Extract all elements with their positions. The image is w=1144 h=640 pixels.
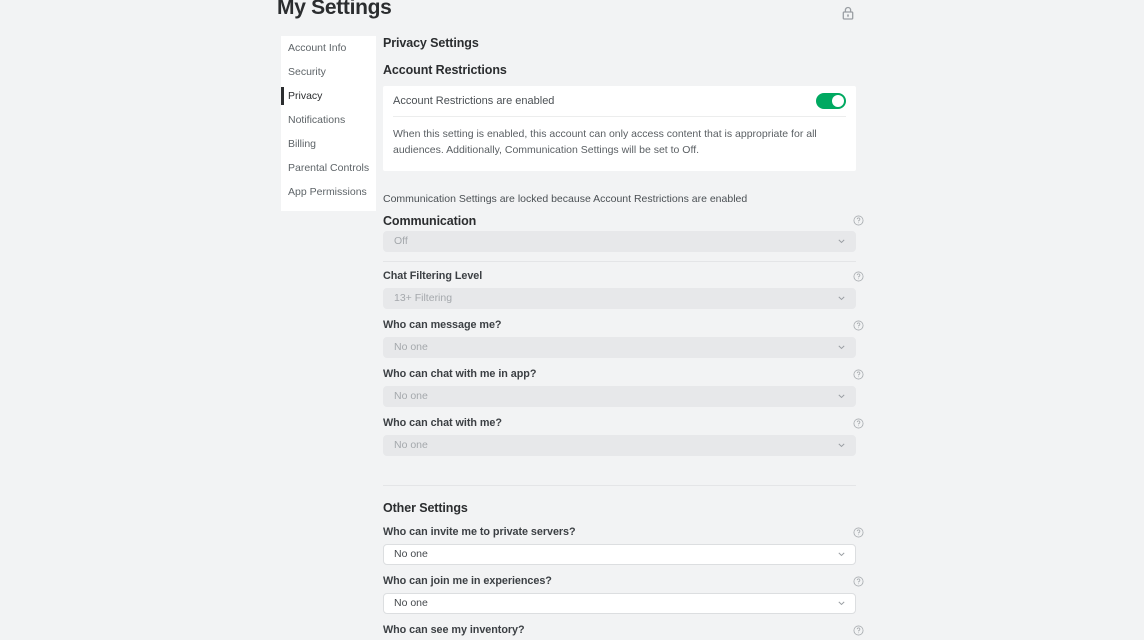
who-can-chat-with-me-select[interactable]: No one	[383, 434, 856, 456]
help-circle-icon[interactable]	[853, 271, 864, 282]
chevron-down-icon	[837, 237, 846, 246]
who-can-join-experiences-label: Who can join me in experiences?	[383, 575, 552, 588]
who-can-message-me-select[interactable]: No one	[383, 336, 856, 358]
who-can-chat-with-me-head: Who can chat with me?	[383, 415, 864, 432]
who-can-chat-in-app-label: Who can chat with me in app?	[383, 368, 537, 381]
chevron-down-icon	[837, 441, 846, 450]
chevron-down-icon	[837, 392, 846, 401]
chevron-down-icon	[837, 343, 846, 352]
settings-content: Privacy Settings Account Restrictions Ac…	[383, 36, 864, 640]
communication-select-value: Off	[394, 235, 408, 248]
lock-icon	[840, 5, 856, 21]
who-can-chat-with-me-value: No one	[394, 439, 428, 452]
who-can-invite-private-servers-label: Who can invite me to private servers?	[383, 526, 576, 539]
who-can-join-experiences-select[interactable]: No one	[383, 592, 856, 614]
who-can-chat-in-app-value: No one	[394, 390, 428, 403]
account-restrictions-label: Account Restrictions are enabled	[393, 95, 555, 107]
chat-filtering-level-head: Chat Filtering Level	[383, 268, 864, 285]
account-restrictions-card: Account Restrictions are enabled When th…	[383, 86, 856, 171]
help-circle-icon[interactable]	[853, 625, 864, 636]
communication-heading: Communication	[383, 213, 477, 228]
who-can-chat-in-app-field: Who can chat with me in app? No one	[383, 366, 864, 407]
who-can-see-inventory-label: Who can see my inventory?	[383, 624, 525, 637]
who-can-chat-with-me-field: Who can chat with me? No one	[383, 415, 864, 456]
who-can-chat-in-app-select[interactable]: No one	[383, 385, 856, 407]
who-can-join-experiences-field: Who can join me in experiences? No one	[383, 573, 864, 614]
account-restrictions-toggle[interactable]	[816, 93, 846, 109]
page-title: My Settings	[277, 0, 392, 19]
account-restrictions-row: Account Restrictions are enabled	[393, 86, 846, 117]
chat-filtering-level-field: Chat Filtering Level 13+ Filtering	[383, 268, 864, 309]
chevron-down-icon	[837, 294, 846, 303]
sidebar-item-account-info[interactable]: Account Info	[281, 36, 376, 60]
sidebar-item-privacy[interactable]: Privacy	[281, 84, 376, 108]
communication-field: Communication Off	[383, 213, 864, 252]
communication-select[interactable]: Off	[383, 230, 856, 252]
who-can-chat-with-me-label: Who can chat with me?	[383, 417, 502, 430]
sidebar-item-security[interactable]: Security	[281, 60, 376, 84]
who-can-see-inventory-field: Who can see my inventory? No one	[383, 622, 864, 640]
sidebar-item-label: Billing	[288, 138, 317, 150]
who-can-join-experiences-head: Who can join me in experiences?	[383, 573, 864, 590]
sidebar-item-label: Parental Controls	[288, 162, 370, 174]
who-can-message-me-value: No one	[394, 341, 428, 354]
help-circle-icon[interactable]	[853, 369, 864, 380]
chat-filtering-level-label: Chat Filtering Level	[383, 270, 483, 283]
who-can-message-me-head: Who can message me?	[383, 317, 864, 334]
communication-heading-row: Communication	[383, 213, 864, 228]
locked-notice: Communication Settings are locked becaus…	[383, 192, 748, 205]
help-circle-icon[interactable]	[853, 527, 864, 538]
sidebar-item-billing[interactable]: Billing	[281, 132, 376, 156]
sidebar-item-label: App Permissions	[288, 186, 367, 198]
section-divider	[383, 260, 856, 262]
sidebar-item-parental-controls[interactable]: Parental Controls	[281, 156, 376, 180]
chevron-down-icon	[837, 599, 846, 608]
who-can-invite-private-servers-head: Who can invite me to private servers?	[383, 524, 864, 541]
other-settings-divider	[383, 484, 856, 486]
account-restrictions-description: When this setting is enabled, this accou…	[393, 128, 817, 157]
chat-filtering-level-value: 13+ Filtering	[394, 292, 453, 305]
who-can-invite-private-servers-field: Who can invite me to private servers? No…	[383, 524, 864, 565]
sidebar-item-notifications[interactable]: Notifications	[281, 108, 376, 132]
who-can-join-experiences-value: No one	[394, 597, 428, 610]
help-circle-icon[interactable]	[853, 418, 864, 429]
help-circle-icon[interactable]	[853, 576, 864, 587]
other-settings-heading: Other Settings	[383, 500, 468, 515]
who-can-message-me-field: Who can message me? No one	[383, 317, 864, 358]
help-circle-icon[interactable]	[853, 215, 864, 226]
chevron-down-icon	[837, 550, 846, 559]
chat-filtering-level-select[interactable]: 13+ Filtering	[383, 287, 856, 309]
who-can-chat-in-app-head: Who can chat with me in app?	[383, 366, 864, 383]
who-can-see-inventory-head: Who can see my inventory?	[383, 622, 864, 639]
account-restrictions-heading: Account Restrictions	[383, 63, 507, 77]
settings-sidebar: Account Info Security Privacy Notificati…	[281, 36, 376, 211]
sidebar-item-label: Notifications	[288, 114, 346, 126]
who-can-message-me-label: Who can message me?	[383, 319, 502, 332]
settings-page: My Settings Account Info Security Privac…	[0, 0, 1144, 640]
who-can-invite-private-servers-select[interactable]: No one	[383, 543, 856, 565]
sidebar-item-label: Account Info	[288, 42, 347, 54]
who-can-invite-private-servers-value: No one	[394, 548, 428, 561]
sidebar-item-label: Privacy	[288, 90, 323, 102]
help-circle-icon[interactable]	[853, 320, 864, 331]
sidebar-item-label: Security	[288, 66, 326, 78]
privacy-settings-heading: Privacy Settings	[383, 36, 479, 50]
sidebar-item-app-permissions[interactable]: App Permissions	[281, 180, 376, 204]
